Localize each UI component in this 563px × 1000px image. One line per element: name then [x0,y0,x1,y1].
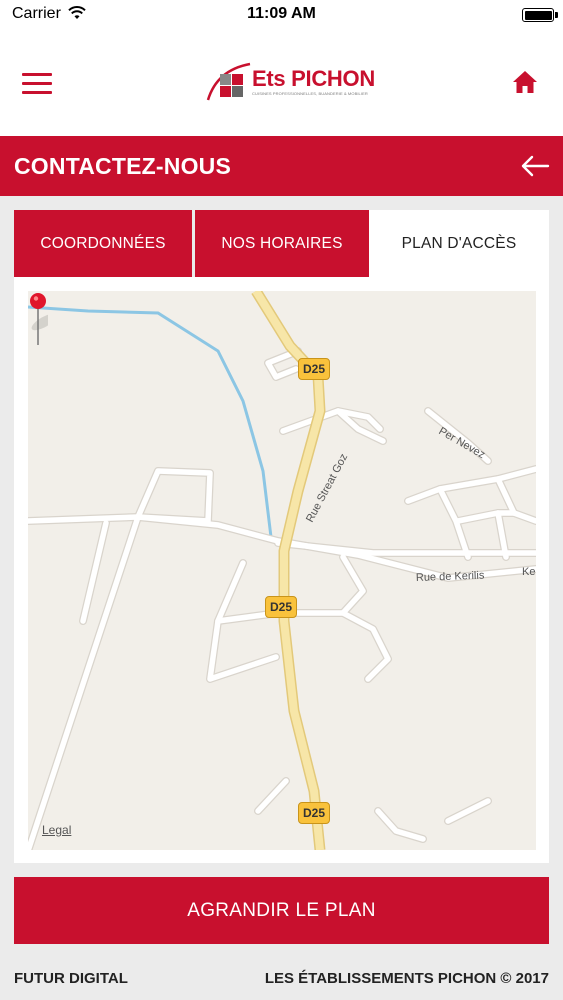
map-roads: Rue Streat Goz Per Nevez Rue de Kerilis … [28,291,536,850]
page-title: CONTACTEZ-NOUS [14,153,232,179]
footer-copyright: LES ÉTABLISSEMENTS PICHON © 2017 [264,970,549,987]
footer-credit: FUTUR DIGITAL [14,970,128,987]
logo-tagline: CUISINES PROFESSIONNELLES, BUANDERIE & M… [252,91,368,96]
title-bar: CONTACTEZ-NOUS [0,136,563,196]
river [28,305,273,538]
logo-mark-icon [206,62,251,101]
hamburger-menu-icon[interactable] [22,73,52,95]
tab-nos-horaires[interactable]: NOS HORAIRES [195,210,369,277]
app-header: Ets PICHON CUISINES PROFESSIONNELLES, BU… [0,30,563,136]
logo-name: Ets PICHON [252,66,375,91]
tab-plan-acces[interactable]: PLAN D'ACCÈS [369,210,549,277]
home-icon[interactable] [512,70,538,94]
arrow-left-icon[interactable] [520,153,550,179]
contact-tabs: COORDONNÉES NOS HORAIRES PLAN D'ACCÈS [14,210,549,277]
map-legal-link[interactable]: Legal [42,823,71,837]
status-time: 11:09 AM [247,5,316,22]
road-shield-d25: D25 [265,596,297,618]
road-shield-d25: D25 [298,802,330,824]
street-label: Ker [522,566,536,578]
road-shield-d25: D25 [298,358,330,380]
enlarge-map-button[interactable]: AGRANDIR LE PLAN [14,877,549,944]
street-label: Per Nevez [437,425,487,461]
street-label: Rue de Kerilis [416,570,485,584]
access-map[interactable]: Rue Streat Goz Per Nevez Rue de Kerilis … [28,291,536,850]
battery-icon [522,8,558,22]
status-bar: Carrier 11:09 AM [0,0,563,30]
tab-coordonnees[interactable]: COORDONNÉES [14,210,192,277]
company-logo: Ets PICHON CUISINES PROFESSIONNELLES, BU… [206,60,375,104]
location-pin-icon[interactable] [28,291,48,349]
map-panel: Rue Streat Goz Per Nevez Rue de Kerilis … [14,277,549,863]
